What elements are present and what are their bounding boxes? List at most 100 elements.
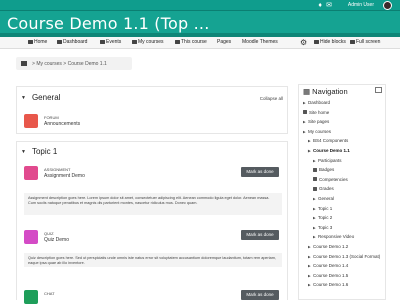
nav-tree-item[interactable]: ▶ Topic 1 bbox=[313, 206, 332, 211]
nav-tree-label: Course Demo 1.5 bbox=[313, 272, 349, 278]
nav-tree-label: BS4 Components bbox=[313, 138, 349, 144]
nav-tree-item[interactable]: ▶ General bbox=[313, 196, 334, 201]
activity-description: Quiz description goes here. Sed ut persp… bbox=[24, 253, 282, 267]
nav-tree-item[interactable]: ▶ Topic 2 bbox=[313, 215, 332, 220]
nav-tree-item[interactable]: ▶ Participants bbox=[313, 158, 342, 163]
nav-tree-item[interactable]: ▶ Course Demo 1.5 bbox=[308, 273, 348, 278]
page-icon bbox=[303, 110, 307, 115]
activity-type: QUIZ bbox=[44, 231, 54, 236]
collapse-all-link[interactable]: Collapse all bbox=[260, 96, 283, 101]
section-topic-1: ▼ Topic 1 ASSIGNMENT Assignment Demo Mark… bbox=[16, 141, 288, 304]
hide-blocks-button[interactable]: Hide blocks bbox=[314, 39, 346, 45]
breadcrumb-separator: > bbox=[63, 61, 67, 67]
avatar[interactable] bbox=[383, 1, 392, 10]
nav-my-courses[interactable]: My courses bbox=[132, 39, 164, 45]
nav-tree-item[interactable]: ▶ Responsive Video bbox=[313, 234, 354, 239]
breadcrumb: > My courses > Course Demo 1.1 bbox=[16, 57, 132, 70]
section-general: ▼ General Collapse all FORUM Announcement… bbox=[16, 86, 288, 134]
nav-tree-item[interactable]: ▶ Course Demo 1.3 (Social Format) bbox=[308, 254, 380, 259]
nav-tree-item[interactable]: ▶ Course Demo 1.6 bbox=[308, 282, 348, 287]
nav-tree-label: Topic 3 bbox=[318, 224, 333, 230]
chat-icon bbox=[24, 290, 38, 304]
activity-type: ASSIGNMENT bbox=[44, 167, 71, 172]
breadcrumb-my-courses[interactable]: My courses bbox=[36, 61, 62, 67]
activity-name[interactable]: Assignment Demo bbox=[44, 173, 85, 179]
nav-dashboard[interactable]: Dashboard bbox=[57, 39, 87, 45]
nav-tree-label: My courses bbox=[308, 128, 332, 134]
folder-icon[interactable] bbox=[21, 61, 27, 66]
breadcrumb-separator: > bbox=[32, 61, 35, 67]
activity-type: FORUM bbox=[44, 115, 59, 120]
dashboard-icon bbox=[57, 39, 62, 44]
tree-icon: ▦ bbox=[303, 87, 313, 96]
activity-description: Assignment description goes here. Lorem … bbox=[24, 193, 282, 215]
page-icon bbox=[313, 167, 317, 172]
activity-name[interactable]: Quiz Demo bbox=[44, 237, 69, 243]
navigation-block: ▦ Navigation ▶ Dashboard Site home ▶ Site pa… bbox=[298, 84, 386, 300]
nav-tree-item[interactable]: ▶ Course Demo 1.2 bbox=[308, 244, 348, 249]
section-heading[interactable]: ▼ Topic 1 bbox=[21, 147, 57, 156]
course-header: Course Demo 1.1 (Top ... bbox=[0, 11, 400, 37]
nav-home[interactable]: Home bbox=[28, 39, 47, 45]
nav-tree-label: Course Demo 1.3 (Social Format) bbox=[313, 253, 381, 259]
nav-tree-item[interactable]: ▶ Course Demo 1.4 bbox=[308, 263, 348, 268]
nav-moodle-themes[interactable]: Moodle Themes bbox=[242, 39, 278, 45]
full-screen-button[interactable]: Full screen bbox=[350, 39, 380, 45]
home-icon bbox=[28, 39, 33, 44]
breadcrumb-course[interactable]: Course Demo 1.1 bbox=[68, 61, 107, 67]
page-title: Course Demo 1.1 (Top ... bbox=[7, 14, 210, 33]
nav-tree-item[interactable]: ▶ Site pages bbox=[303, 119, 329, 124]
course-icon bbox=[175, 39, 180, 44]
expand-icon bbox=[350, 39, 355, 44]
custom-menu: Home Dashboard Events My courses This co… bbox=[0, 37, 400, 49]
section-heading[interactable]: ▼ General bbox=[21, 93, 60, 102]
nav-tree-item[interactable]: Site home bbox=[303, 110, 329, 115]
nav-tree-label: Site home bbox=[309, 109, 330, 115]
courses-icon bbox=[132, 39, 137, 44]
mark-as-done-button[interactable]: Mark as done bbox=[241, 230, 279, 240]
activity-type: CHAT bbox=[44, 291, 55, 296]
nav-tree-item[interactable]: ▶ Topic 3 bbox=[313, 225, 332, 230]
nav-tree-item[interactable]: ▶ Course Demo 1.1 bbox=[308, 148, 350, 153]
nav-tree-label: Course Demo 1.1 bbox=[313, 148, 350, 153]
forum-icon bbox=[24, 114, 38, 128]
nav-tree-label: Topic 1 bbox=[318, 205, 333, 211]
nav-pages[interactable]: Pages bbox=[217, 39, 231, 45]
nav-tree-label: Dashboard bbox=[308, 100, 331, 105]
activity-name[interactable]: Announcements bbox=[44, 121, 80, 127]
mark-as-done-button[interactable]: Mark as done bbox=[241, 167, 279, 177]
nav-tree-label: Topic 2 bbox=[318, 215, 333, 221]
dock-icon[interactable] bbox=[375, 87, 382, 93]
quiz-icon bbox=[24, 230, 38, 244]
nav-tree-label: Participants bbox=[318, 157, 342, 163]
chevron-down-icon: ▼ bbox=[21, 95, 26, 101]
page-icon bbox=[313, 186, 317, 191]
calendar-icon bbox=[100, 39, 105, 44]
user-name[interactable]: Admin User bbox=[348, 2, 374, 8]
nav-tree-item[interactable]: Badges bbox=[313, 167, 334, 172]
gear-icon[interactable]: ⚙ bbox=[300, 38, 307, 48]
nav-tree-label: Competencies bbox=[319, 176, 348, 182]
assignment-icon bbox=[24, 166, 38, 180]
nav-tree-item[interactable]: ▶ Dashboard bbox=[303, 100, 330, 105]
bell-icon[interactable]: ♦ bbox=[318, 1, 322, 10]
nav-tree-label: Grades bbox=[319, 186, 334, 192]
nav-tree-label: Site pages bbox=[308, 119, 330, 125]
nav-tree-item[interactable]: Grades bbox=[313, 186, 334, 191]
nav-tree-label: Course Demo 1.4 bbox=[313, 263, 349, 269]
nav-tree-item[interactable]: ▶ My courses bbox=[303, 129, 331, 134]
nav-this-course[interactable]: This course bbox=[175, 39, 207, 45]
nav-tree-label: Course Demo 1.2 bbox=[313, 244, 349, 249]
chat-icon[interactable]: ✉ bbox=[326, 1, 332, 10]
nav-tree-item[interactable]: ▶ BS4 Components bbox=[308, 138, 348, 143]
navigation-title: ▦ Navigation bbox=[303, 87, 348, 96]
chevron-down-icon: ▼ bbox=[21, 149, 26, 155]
mark-as-done-button[interactable]: Mark as done bbox=[241, 290, 279, 300]
page-icon bbox=[313, 177, 317, 182]
nav-events[interactable]: Events bbox=[100, 39, 121, 45]
hide-blocks-icon bbox=[314, 39, 319, 44]
nav-tree-label: General bbox=[318, 196, 335, 201]
top-bar: ♦ ✉ Admin User bbox=[0, 0, 400, 11]
nav-tree-item[interactable]: Competencies bbox=[313, 177, 348, 182]
nav-tree-label: Badges bbox=[319, 167, 335, 173]
